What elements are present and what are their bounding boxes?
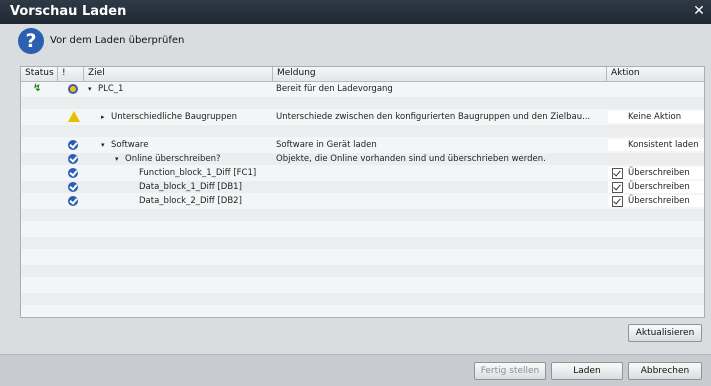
table-row[interactable]: ▾ Online überschreiben? Objekte, die Onli… [21,153,704,165]
column-message[interactable]: Meldung [277,68,316,78]
cancel-button[interactable]: Abbrechen [628,362,702,380]
table-row[interactable]: ▸ Unterschiedliche Baugruppen Unterschied… [21,111,704,123]
close-icon[interactable]: ✕ [691,2,707,20]
table-row[interactable]: ↯ ▾ PLC_1 Bereit für den Ladevorgang [21,83,704,95]
plc-icon [68,84,78,94]
table-row [21,265,704,277]
dialog-footer: Fertig stellen Laden Abbrechen [0,354,711,386]
collapse-arrow-icon[interactable]: ▾ [101,139,111,151]
check-icon [68,168,78,178]
table-row [21,125,704,137]
title-bar: Vorschau Laden ✕ [0,0,711,24]
collapse-arrow-icon[interactable]: ▾ [88,83,98,95]
collapse-arrow-icon[interactable]: ▾ [115,153,125,165]
column-target[interactable]: Ziel [88,68,105,78]
table-row [21,251,704,263]
table-row[interactable]: Function_block_1_Diff [FC1] Überschreibe… [21,167,704,179]
action-select[interactable]: Keine Aktion [608,111,704,123]
target-label: Data_block_2_Diff [DB2] [139,196,242,206]
target-label: Function_block_1_Diff [FC1] [139,168,257,178]
action-checkbox-cell[interactable]: Überschreiben [608,181,704,193]
refresh-button[interactable]: Aktualisieren [628,324,702,342]
expand-arrow-icon[interactable]: ▸ [101,111,111,123]
overwrite-checkbox[interactable] [612,168,623,179]
table-row[interactable]: ▾ Software Software in Gerät laden Konsis… [21,139,704,151]
table-row [21,237,704,249]
target-label: Data_block_1_Diff [DB1] [139,182,242,192]
target-label: Online überschreiben? [125,154,221,164]
table-row [21,223,704,235]
overwrite-checkbox[interactable] [612,196,623,207]
action-checkbox-cell[interactable]: Überschreiben [608,195,704,207]
check-icon [68,154,78,164]
table-row [21,97,704,109]
column-action[interactable]: Aktion [611,68,640,78]
load-check-table: Status ! Ziel Meldung Aktion ↯ ▾ PLC_1 Be… [20,66,705,318]
column-alert[interactable]: ! [62,68,66,78]
status-download-icon: ↯ [33,83,42,94]
action-select[interactable]: Konsistent laden [608,139,704,151]
check-icon [68,140,78,150]
action-checkbox-cell[interactable]: Überschreiben [608,167,704,179]
target-label: Software [111,140,149,150]
header-text: Vor dem Laden überprüfen [50,35,185,46]
table-row[interactable]: Data_block_2_Diff [DB2] Überschreiben [21,195,704,207]
target-label: Unterschiedliche Baugruppen [111,112,237,122]
finish-button[interactable]: Fertig stellen [474,362,546,380]
message-text: Software in Gerät laden [276,140,377,150]
message-text: Bereit für den Ladevorgang [276,84,393,94]
table-row [21,209,704,221]
table-row[interactable]: Data_block_1_Diff [DB1] Überschreiben [21,181,704,193]
message-text: Objekte, die Online vorhanden sind und ü… [276,154,546,164]
question-icon: ? [18,28,44,54]
load-button[interactable]: Laden [551,362,623,380]
target-label: PLC_1 [98,84,124,94]
check-icon [68,182,78,192]
table-header: Status ! Ziel Meldung Aktion [21,67,704,82]
warning-icon [68,111,80,122]
dialog-title: Vorschau Laden [10,4,127,19]
message-text: Unterschiede zwischen den konfigurierten… [276,112,591,122]
column-status[interactable]: Status [25,68,54,78]
check-icon [68,196,78,206]
table-row [21,293,704,305]
overwrite-checkbox[interactable] [612,182,623,193]
table-row [21,279,704,291]
load-preview-dialog: Vorschau Laden ✕ ? Vor dem Laden überprü… [0,0,711,386]
